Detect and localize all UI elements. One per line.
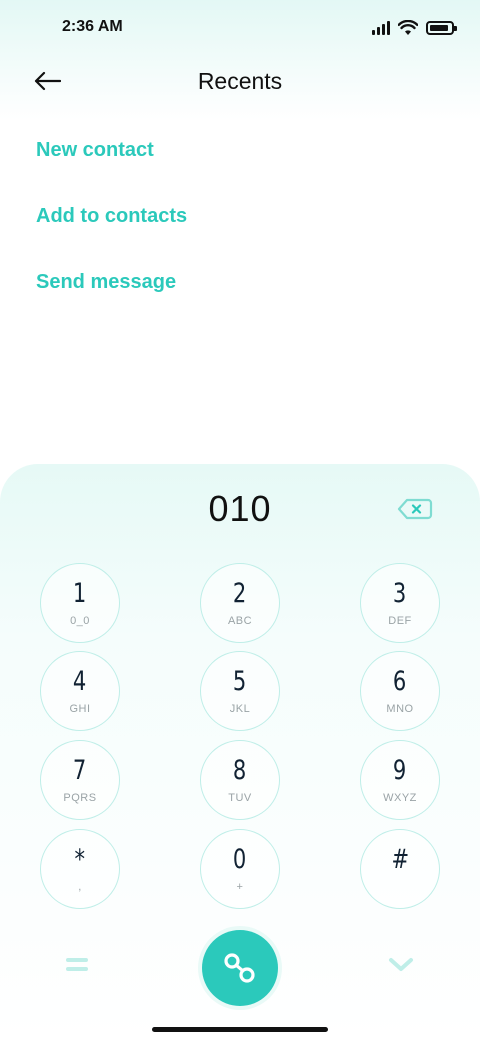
key-digit: 4 xyxy=(73,666,87,697)
call-button[interactable] xyxy=(202,930,278,1006)
dialer-panel: 010 1 0_0 2 ABC 3 DEF 4 GHI 5 JKL 6 MNO … xyxy=(0,464,480,1040)
key-digit: 3 xyxy=(393,578,407,609)
key-digit: 5 xyxy=(233,666,247,697)
key-5[interactable]: 5 JKL xyxy=(200,651,280,731)
key-digit: 0 xyxy=(233,844,247,875)
key-letters: WXYZ xyxy=(383,792,417,804)
key-6[interactable]: 6 MNO xyxy=(360,651,440,731)
key-letters: 0_0 xyxy=(70,615,90,627)
page-title: Recents xyxy=(197,68,283,94)
add-to-contacts-link[interactable]: Add to contacts xyxy=(36,202,187,268)
signal-icon xyxy=(372,21,390,35)
key-1[interactable]: 1 0_0 xyxy=(40,563,120,643)
backspace-icon xyxy=(397,498,433,520)
key-digit: 7 xyxy=(73,755,87,786)
dialed-number: 010 xyxy=(208,488,272,529)
key-letters: JKL xyxy=(229,703,251,715)
home-indicator[interactable] xyxy=(152,1027,328,1032)
status-time: 2:36 AM xyxy=(62,18,123,35)
key-8[interactable]: 8 TUV xyxy=(200,740,280,820)
key-digit: # xyxy=(391,844,409,875)
new-contact-link[interactable]: New contact xyxy=(36,136,187,202)
status-bar: 2:36 AM xyxy=(0,0,480,56)
key-letters: TUV xyxy=(228,792,252,804)
key-star[interactable]: * , xyxy=(40,829,120,909)
key-0[interactable]: 0 + xyxy=(200,829,280,909)
backspace-button[interactable] xyxy=(397,498,433,520)
equals-icon xyxy=(66,958,88,962)
dialer-menu-button[interactable] xyxy=(66,958,88,972)
key-7[interactable]: 7 PQRS xyxy=(40,740,120,820)
key-letters: ABC xyxy=(227,615,253,627)
key-letters: GHI xyxy=(69,703,91,715)
status-icons xyxy=(372,18,457,38)
voicemail-icon xyxy=(224,953,255,983)
key-4[interactable]: 4 GHI xyxy=(40,651,120,731)
number-options: New contact Add to contacts Send message xyxy=(36,136,187,334)
key-digit: 6 xyxy=(393,666,407,697)
dialer-screen: 2:36 AM Recents New contact Add to conta… xyxy=(0,0,480,1040)
key-hash[interactable]: # xyxy=(360,829,440,909)
key-letters: PQRS xyxy=(63,792,97,804)
key-digit: 2 xyxy=(233,578,247,609)
key-2[interactable]: 2 ABC xyxy=(200,563,280,643)
key-digit: 8 xyxy=(233,755,247,786)
wifi-icon xyxy=(398,20,418,35)
header: Recents xyxy=(0,60,480,104)
chevron-down-icon xyxy=(389,958,413,971)
send-message-link[interactable]: Send message xyxy=(36,268,187,334)
key-digit: * xyxy=(74,844,86,875)
key-digit: 1 xyxy=(73,578,87,609)
collapse-keypad-button[interactable] xyxy=(388,956,414,974)
key-digit: 9 xyxy=(393,755,407,786)
key-letters: DEF xyxy=(388,615,412,627)
key-9[interactable]: 9 WXYZ xyxy=(360,740,440,820)
key-letters: MNO xyxy=(386,703,414,715)
key-letters: , xyxy=(78,881,82,893)
key-letters: + xyxy=(236,881,244,893)
battery-icon xyxy=(426,21,457,35)
key-3[interactable]: 3 DEF xyxy=(360,563,440,643)
